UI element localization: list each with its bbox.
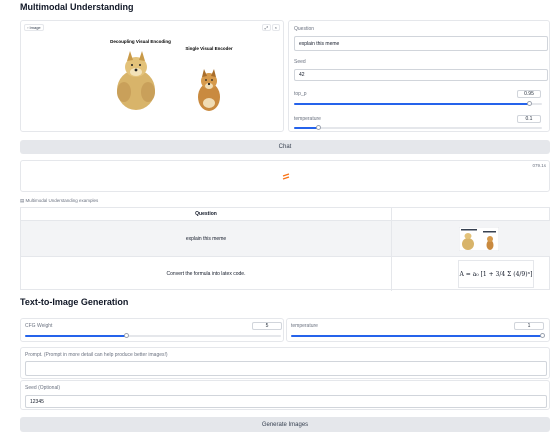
gen-temperature-slider-fill — [291, 335, 543, 337]
chat-button[interactable]: Chat — [20, 140, 550, 154]
image-panel[interactable]: ▫ Image ⤢ × Decoupling Visual Encoding S… — [20, 20, 284, 132]
prompt-panel: Prompt. (Prompt in more detail can help … — [20, 347, 550, 379]
expand-icon[interactable]: ⤢ — [261, 24, 271, 31]
section-title-understanding: Multimodal Understanding — [20, 2, 134, 12]
prompt-label: Prompt. (Prompt in more detail can help … — [25, 352, 168, 358]
cfg-value: 5 — [265, 323, 269, 329]
table-row[interactable]: explain this meme — [21, 221, 550, 256]
temperature-number[interactable]: 0.1 — [517, 115, 541, 123]
loading-spinner-icon — [282, 173, 290, 180]
question-input-value: explain this meme — [299, 40, 340, 47]
seed-label: Seed — [294, 59, 306, 65]
gen-temperature-label: temperature — [291, 323, 318, 329]
cfg-slider[interactable] — [25, 333, 281, 338]
gen-temperature-value: 1 — [527, 323, 531, 329]
question-label: Question — [294, 26, 315, 32]
seed-input-value: 42 — [299, 72, 305, 78]
top-p-slider-fill — [294, 103, 530, 105]
top-p-number[interactable]: 0.95 — [517, 90, 541, 98]
gen-seed-input-value: 12345 — [30, 398, 44, 405]
cfg-label: CFG Weight — [25, 323, 53, 329]
meme-caption-left: Decoupling Visual Encoding — [110, 39, 171, 44]
gen-temperature-number[interactable]: 1 — [514, 322, 544, 330]
table-row[interactable]: Convert the formula into latex code. A =… — [21, 256, 550, 291]
temperature-value: 0.1 — [525, 116, 533, 122]
top-p-slider[interactable] — [294, 101, 542, 106]
temperature-slider-thumb[interactable] — [315, 125, 321, 130]
top-p-slider-thumb[interactable] — [526, 101, 532, 106]
example-question-2[interactable]: Convert the formula into latex code. — [21, 257, 392, 291]
cfg-slider-fill — [25, 335, 128, 337]
example-formula-thumbnail[interactable]: A = a₀ [1 + 3/4 Σ (4/9)ⁿ] — [458, 260, 534, 288]
temperature-label: temperature — [294, 116, 321, 122]
examples-header-question: Question — [21, 208, 392, 221]
meme-image: Decoupling Visual Encoding Single Visual… — [108, 37, 233, 113]
top-p-label: top_p — [294, 91, 307, 97]
examples-table: Question explain this meme Convert the f… — [20, 207, 550, 291]
gen-temperature-slider[interactable] — [291, 333, 545, 338]
image-label: Image — [29, 25, 41, 30]
gen-seed-label: Seed (Optional) — [25, 385, 61, 391]
cfg-slider-thumb[interactable] — [124, 333, 130, 338]
example-meme-thumbnail[interactable] — [459, 227, 499, 251]
temperature-slider[interactable] — [294, 125, 542, 130]
examples-label: ▤ Multimodal Understanding examples — [20, 198, 99, 203]
gen-temperature-slider-thumb[interactable] — [540, 333, 545, 338]
cfg-panel: CFG Weight 5 — [20, 318, 284, 342]
prompt-input[interactable] — [25, 361, 547, 376]
generate-images-button[interactable]: Generate Images — [20, 417, 550, 432]
timer-text: 079.1s — [532, 163, 546, 168]
example-question-1[interactable]: explain this meme — [21, 221, 392, 256]
gen-seed-panel: Seed (Optional) 12345 — [20, 380, 550, 410]
understanding-controls: Question explain this meme Seed 42 top_p… — [288, 20, 550, 132]
meme-doges-illustration — [117, 51, 220, 111]
top-p-value: 0.95 — [524, 91, 534, 97]
question-input[interactable]: explain this meme — [294, 36, 548, 51]
gen-seed-input[interactable]: 12345 — [25, 395, 547, 408]
image-tab: ▫ Image — [24, 24, 44, 31]
seed-input[interactable]: 42 — [294, 69, 548, 81]
section-title-generation: Text-to-Image Generation — [20, 297, 129, 307]
close-icon[interactable]: × — [271, 24, 280, 31]
chat-output: 079.1s — [20, 160, 550, 192]
gen-temperature-panel: temperature 1 — [286, 318, 550, 342]
cfg-number[interactable]: 5 — [252, 322, 282, 330]
examples-header-image — [392, 208, 550, 221]
